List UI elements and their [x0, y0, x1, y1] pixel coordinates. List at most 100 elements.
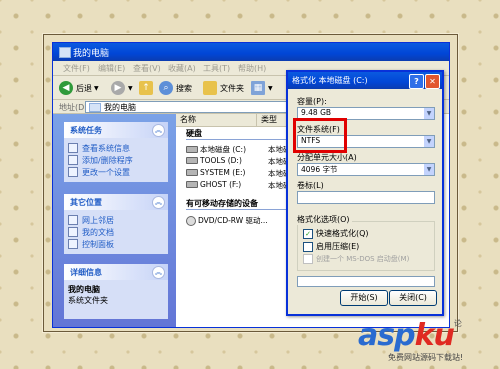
- task-label: 添加/删除程序: [82, 155, 133, 165]
- start-button[interactable]: 开始(S): [340, 290, 388, 306]
- task-label: 查看系统信息: [82, 143, 130, 153]
- task-add-remove-programs[interactable]: 添加/删除程序: [68, 154, 164, 166]
- format-dialog: 格式化 本地磁盘 (C:) ? ✕ 容量(P): 9.48 GB ▼ 文件系统(…: [286, 70, 444, 316]
- network-icon: [68, 215, 78, 225]
- place-label: 控制面板: [82, 239, 114, 249]
- capacity-value: 9.48 GB: [301, 108, 332, 117]
- menu-favorites[interactable]: 收藏(A): [168, 63, 196, 74]
- task-view-system-info[interactable]: 查看系统信息: [68, 142, 164, 154]
- checkbox-icon: [303, 254, 313, 264]
- group-hard-disks: 硬盘: [186, 129, 202, 138]
- msdos-checkbox[interactable]: 创建一个 MS-DOS 启动盘(M): [303, 254, 409, 264]
- menu-view[interactable]: 查看(V): [133, 63, 161, 74]
- group-removable: 有可移动存储的设备: [186, 199, 258, 208]
- place-my-documents[interactable]: 我的文档: [68, 226, 164, 238]
- search-icon: ⌕: [159, 81, 173, 95]
- checkbox-icon: [303, 241, 313, 252]
- panel-header[interactable]: 详细信息 ︽: [64, 264, 168, 280]
- computer-icon: [59, 47, 71, 58]
- documents-folder-icon: [68, 227, 78, 237]
- panel-header[interactable]: 系统任务 ︽: [64, 122, 168, 138]
- folders-label: 文件夹: [220, 83, 244, 93]
- details-panel: 详细信息 ︽ 我的电脑 系统文件夹: [64, 264, 168, 319]
- help-button[interactable]: ?: [409, 74, 424, 89]
- hard-drive-icon: [186, 169, 198, 176]
- forward-button[interactable]: ▶ ▼: [111, 80, 133, 96]
- info-icon: [68, 143, 78, 153]
- quick-format-checkbox[interactable]: ✓ 快速格式化(Q): [303, 228, 369, 239]
- close-x-button[interactable]: ✕: [425, 74, 440, 89]
- folders-button[interactable]: 文件夹: [203, 80, 244, 96]
- drive-name: DVD/CD-RW 驱动...: [198, 216, 268, 225]
- details-name: 我的电脑: [68, 285, 100, 294]
- place-control-panel[interactable]: 控制面板: [68, 238, 164, 250]
- back-label: 后退: [76, 83, 92, 93]
- capacity-label: 容量(P):: [297, 97, 327, 106]
- hard-drive-icon: [186, 146, 198, 153]
- hard-drive-icon: [186, 181, 198, 188]
- forward-arrow-icon: ▶: [111, 81, 125, 95]
- window-title: 我的电脑: [73, 49, 110, 59]
- menu-file[interactable]: 文件(F): [63, 63, 90, 74]
- place-label: 我的文档: [82, 227, 114, 237]
- close-button[interactable]: 关闭(C): [389, 290, 437, 306]
- allocation-select[interactable]: 4096 字节 ▼: [297, 163, 435, 176]
- drive-row[interactable]: DVD/CD-RW 驱动...: [186, 215, 268, 226]
- watermark-brand-a: asp: [358, 318, 416, 353]
- drive-row[interactable]: TOOLS (D:): [186, 156, 242, 165]
- control-panel-icon: [68, 239, 78, 249]
- chevron-down-icon: ▼: [424, 136, 434, 147]
- column-name[interactable]: 名称: [176, 114, 257, 127]
- panel-title: 其它位置: [70, 198, 102, 207]
- drive-name: SYSTEM (E:): [200, 168, 246, 177]
- drive-row[interactable]: SYSTEM (E:): [186, 168, 245, 177]
- watermark-brand-b: ku: [414, 318, 455, 353]
- dialog-title: 格式化 本地磁盘 (C:): [292, 76, 368, 85]
- details-type: 系统文件夹: [68, 296, 108, 305]
- quick-format-label: 快速格式化(Q): [316, 229, 369, 238]
- menu-edit[interactable]: 编辑(E): [98, 63, 125, 74]
- format-progress-bar: [297, 276, 435, 287]
- site-watermark: aspku论: [358, 318, 462, 353]
- task-label: 更改一个设置: [82, 167, 130, 177]
- checkbox-checked-icon: ✓: [303, 228, 313, 239]
- volume-label: 卷标(L): [297, 181, 324, 190]
- allocation-value: 4096 字节: [301, 165, 338, 174]
- dialog-titlebar: 格式化 本地磁盘 (C:) ? ✕: [288, 72, 442, 89]
- views-button[interactable]: ▦ ▼: [251, 80, 273, 96]
- computer-icon: [89, 103, 101, 112]
- programs-icon: [68, 155, 78, 165]
- drive-name: 本地磁盘 (C:): [200, 145, 246, 154]
- compression-checkbox[interactable]: 启用压缩(E): [303, 241, 359, 252]
- menu-help[interactable]: 帮助(H): [238, 63, 266, 74]
- drive-row[interactable]: 本地磁盘 (C:): [186, 144, 246, 155]
- place-network[interactable]: 网上邻居: [68, 214, 164, 226]
- search-button[interactable]: ⌕ 搜索: [159, 80, 192, 96]
- chevron-up-icon[interactable]: ︽: [152, 124, 165, 137]
- drive-row[interactable]: GHOST (F:): [186, 180, 241, 189]
- panel-title: 详细信息: [70, 268, 102, 277]
- chevron-up-icon[interactable]: ︽: [152, 196, 165, 209]
- back-button[interactable]: ◀ 后退 ▼: [59, 80, 99, 96]
- compression-label: 启用压缩(E): [316, 242, 360, 251]
- panel-header[interactable]: 其它位置 ︽: [64, 194, 168, 210]
- watermark-suffix: 论: [453, 319, 462, 328]
- allocation-label: 分配单元大小(A): [297, 153, 357, 162]
- back-arrow-icon: ◀: [59, 81, 73, 95]
- format-options-label: 格式化选项(O): [295, 214, 352, 225]
- drive-name: TOOLS (D:): [200, 156, 242, 165]
- msdos-label: 创建一个 MS-DOS 启动盘(M): [316, 255, 410, 263]
- menu-tools[interactable]: 工具(T): [203, 63, 230, 74]
- address-label: 地址(D): [59, 103, 88, 112]
- other-places-panel: 其它位置 ︽ 网上邻居 我的文档 控制面板: [64, 194, 168, 254]
- up-button[interactable]: ↑: [139, 80, 156, 96]
- task-change-setting[interactable]: 更改一个设置: [68, 166, 164, 178]
- hard-drive-icon: [186, 157, 198, 164]
- folder-up-icon: ↑: [139, 81, 153, 95]
- tasks-pane: 系统任务 ︽ 查看系统信息 添加/删除程序 更改一个设置 其它位置 ︽ 网上邻居…: [53, 114, 176, 327]
- cd-drive-icon: [186, 215, 196, 226]
- place-label: 网上邻居: [82, 215, 114, 225]
- panel-title: 系统任务: [70, 126, 102, 135]
- volume-input[interactable]: [297, 191, 435, 204]
- chevron-up-icon[interactable]: ︽: [152, 266, 165, 279]
